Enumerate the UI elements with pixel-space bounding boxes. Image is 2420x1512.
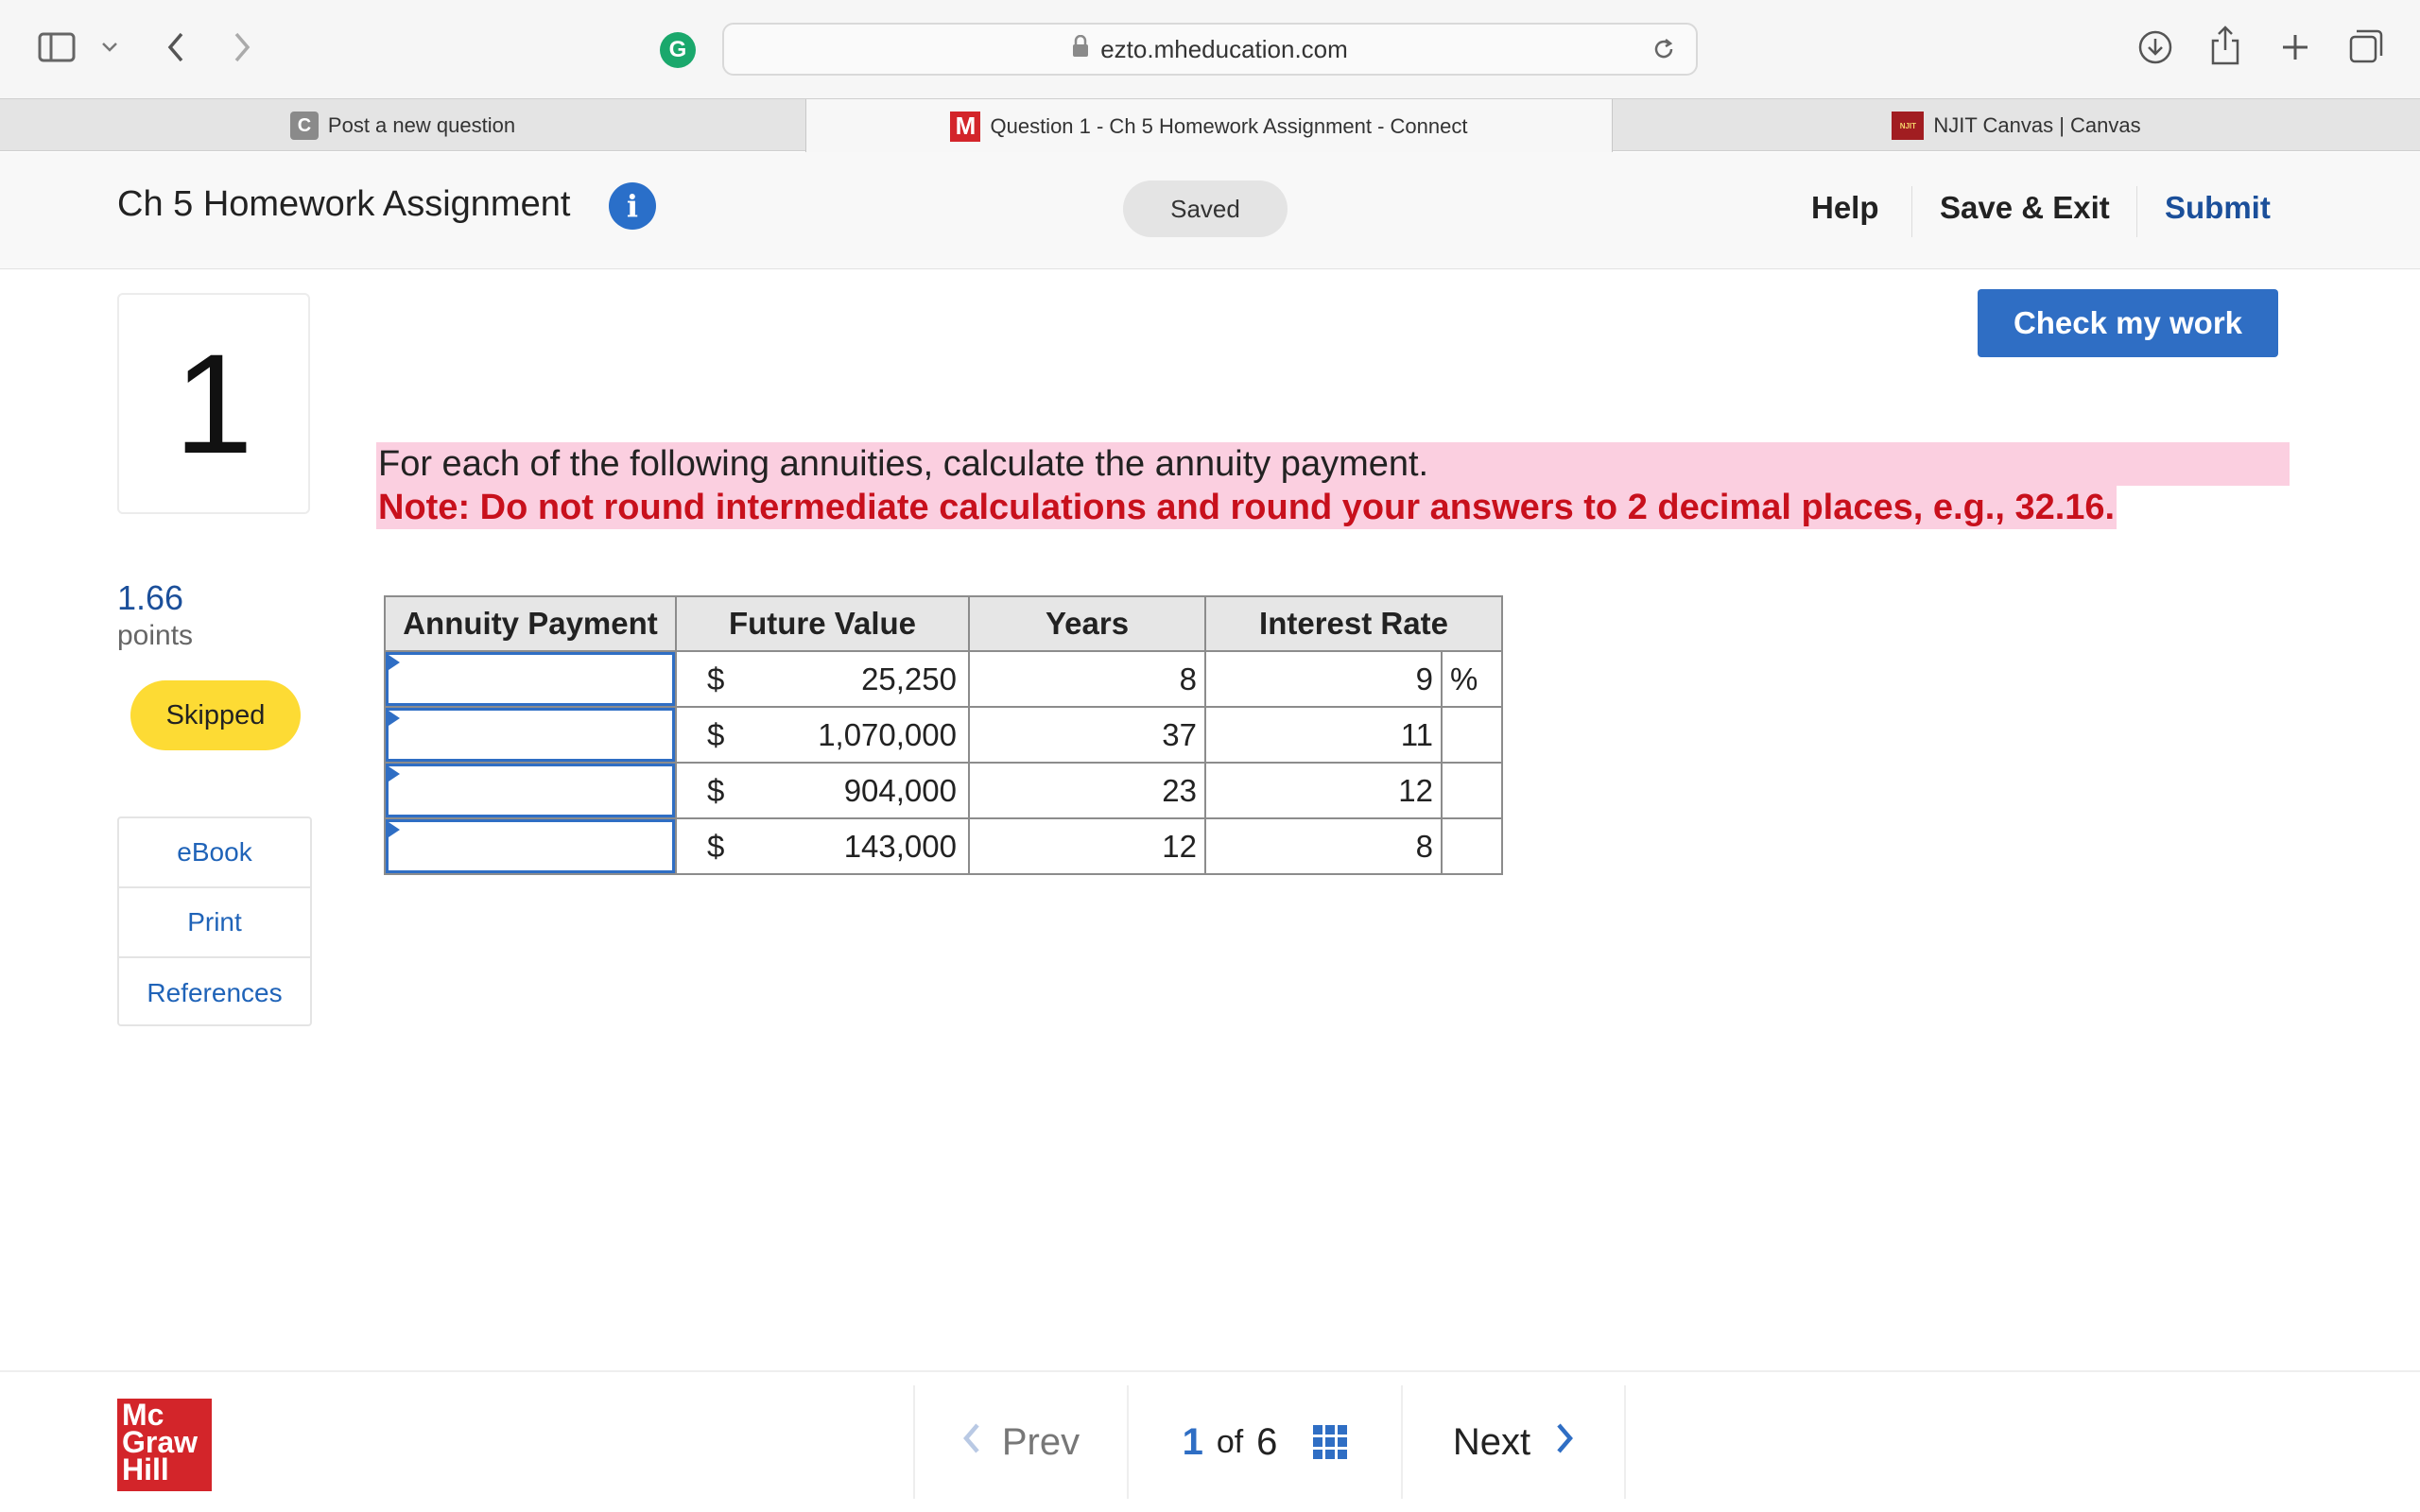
resource-links: eBook Print References <box>117 816 312 1026</box>
sidebar-toggle-icon[interactable] <box>36 30 78 64</box>
header-annuity-payment: Annuity Payment <box>384 595 677 652</box>
tab-connect-question[interactable]: M Question 1 - Ch 5 Homework Assignment … <box>805 99 1613 153</box>
divider <box>2136 186 2137 237</box>
interest-rate-value: 8 <box>1204 817 1443 875</box>
ebook-link[interactable]: eBook <box>119 818 310 888</box>
assignment-title: Ch 5 Homework Assignment <box>117 184 571 224</box>
percent-cell <box>1441 817 1503 875</box>
years-value: 12 <box>968 817 1206 875</box>
interest-rate-value: 12 <box>1204 762 1443 819</box>
currency-symbol: $ <box>707 661 725 696</box>
grammarly-extension-icon[interactable]: G <box>660 32 696 68</box>
tab-label: Post a new question <box>327 113 516 137</box>
chevron-left-icon <box>962 1421 981 1464</box>
question-counter[interactable]: 1 of 6 <box>1127 1385 1401 1499</box>
njit-favicon-icon: NJIT <box>1892 112 1925 140</box>
info-icon[interactable]: i <box>609 182 656 230</box>
url-text: ezto.mheducation.com <box>1100 34 1348 63</box>
annuity-payment-input[interactable] <box>386 652 675 706</box>
submit-link[interactable]: Submit <box>2165 190 2271 226</box>
years-value: 8 <box>968 650 1206 708</box>
reload-icon[interactable] <box>1651 36 1677 69</box>
tab-njit-canvas[interactable]: NJIT NJIT Canvas | Canvas <box>1613 99 2420 152</box>
divider <box>1911 186 1912 237</box>
help-link[interactable]: Help <box>1811 190 1879 226</box>
footer-bar: Mc Graw Hill Prev 1 of 6 Next <box>0 1370 2420 1512</box>
interest-rate-value: 9 <box>1204 650 1443 708</box>
tab-overview-icon[interactable] <box>2346 26 2386 66</box>
download-icon[interactable] <box>2136 28 2174 66</box>
future-value: 1,070,000 <box>818 716 957 752</box>
share-icon[interactable] <box>2206 25 2244 66</box>
forward-icon[interactable] <box>223 28 261 66</box>
current-page: 1 <box>1182 1420 1203 1463</box>
interest-rate-value: 11 <box>1204 706 1443 764</box>
input-flag-icon <box>389 655 400 670</box>
header-interest-rate: Interest Rate <box>1204 595 1503 652</box>
table-row: $1,070,000 37 11 <box>384 706 1503 764</box>
mcgraw-favicon-icon: M <box>950 111 981 142</box>
browser-toolbar: G ezto.mheducation.com <box>0 0 2420 98</box>
address-bar[interactable]: ezto.mheducation.com <box>722 23 1698 76</box>
header-years: Years <box>968 595 1206 652</box>
question-number: 1 <box>117 293 310 514</box>
lock-icon <box>1072 34 1089 64</box>
points-label: points <box>117 620 194 651</box>
annuity-table: Annuity Payment Future Value Years Inter… <box>384 595 1503 875</box>
question-instruction: For each of the following annuities, cal… <box>376 442 2290 486</box>
logo-line: Hill <box>122 1452 169 1486</box>
chegg-favicon-icon: C <box>289 112 319 140</box>
new-tab-icon[interactable] <box>2276 28 2314 66</box>
input-flag-icon <box>389 711 400 726</box>
total-pages: 6 <box>1256 1420 1278 1463</box>
table-row: $25,250 8 9 % <box>384 650 1503 708</box>
mcgraw-hill-logo: Mc Graw Hill <box>117 1399 212 1491</box>
percent-symbol: % <box>1441 650 1503 708</box>
references-link[interactable]: References <box>119 958 310 1028</box>
saved-status-badge: Saved <box>1123 180 1288 237</box>
prev-button[interactable]: Prev <box>913 1385 1127 1499</box>
points-value: 1.66 <box>117 578 184 617</box>
chevron-down-icon[interactable] <box>98 36 121 59</box>
tab-label: NJIT Canvas | Canvas <box>1933 113 2141 137</box>
tab-post-question[interactable]: C Post a new question <box>0 99 805 152</box>
print-link[interactable]: Print <box>119 888 310 958</box>
of-label: of <box>1216 1423 1244 1460</box>
table-row: $904,000 23 12 <box>384 762 1503 819</box>
future-value: 25,250 <box>861 661 957 696</box>
tab-label: Question 1 - Ch 5 Homework Assignment - … <box>990 113 1468 138</box>
table-row: $143,000 12 8 <box>384 817 1503 875</box>
years-value: 37 <box>968 706 1206 764</box>
currency-symbol: $ <box>707 828 725 864</box>
future-value: 143,000 <box>843 828 957 864</box>
annuity-payment-input[interactable] <box>386 819 675 873</box>
next-label: Next <box>1452 1420 1531 1463</box>
question-pager: Prev 1 of 6 Next <box>913 1385 1626 1499</box>
currency-symbol: $ <box>707 772 725 808</box>
chevron-right-icon <box>1555 1421 1574 1464</box>
header-future-value: Future Value <box>675 595 970 652</box>
currency-symbol: $ <box>707 716 725 752</box>
future-value: 904,000 <box>843 772 957 808</box>
assignment-header: Ch 5 Homework Assignment i Saved Help Sa… <box>0 152 2420 269</box>
question-prompt: For each of the following annuities, cal… <box>376 442 2290 529</box>
years-value: 23 <box>968 762 1206 819</box>
check-my-work-button[interactable]: Check my work <box>1978 289 2278 357</box>
next-button[interactable]: Next <box>1401 1385 1626 1499</box>
grid-icon[interactable] <box>1313 1425 1348 1459</box>
save-exit-link[interactable]: Save & Exit <box>1940 190 2110 226</box>
annuity-payment-input[interactable] <box>386 764 675 817</box>
input-flag-icon <box>389 766 400 782</box>
question-note: Note: Do not round intermediate calculat… <box>376 486 2118 529</box>
annuity-payment-input[interactable] <box>386 708 675 762</box>
input-flag-icon <box>389 822 400 837</box>
percent-cell <box>1441 762 1503 819</box>
tab-strip: C Post a new question M Question 1 - Ch … <box>0 98 2420 153</box>
back-icon[interactable] <box>157 28 195 66</box>
skipped-status-badge: Skipped <box>130 680 301 750</box>
prev-label: Prev <box>1001 1420 1080 1463</box>
percent-cell <box>1441 706 1503 764</box>
table-header-row: Annuity Payment Future Value Years Inter… <box>384 595 1503 652</box>
